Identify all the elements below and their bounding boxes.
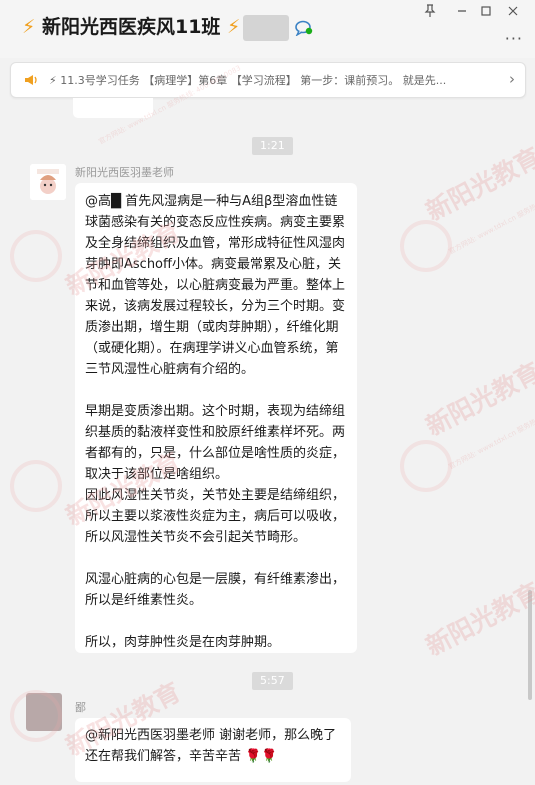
watermark-text: 新阳光教育: [421, 142, 535, 227]
message-paragraph: 因此风湿性关节炎，关节处主要是结缔组织，所以主要以浆液性炎症为主，病后可以吸收，…: [85, 488, 346, 545]
message-paragraph: @高█ 首先风湿病是一种与A组β型溶血性链球菌感染有关的变态反应性疾病。病变主要…: [85, 194, 346, 377]
pin-icon[interactable]: [420, 4, 440, 20]
avatar[interactable]: [30, 164, 66, 200]
chat-title-text: 新阳光西医疾风11班: [41, 16, 221, 38]
sender-name: 新阳光西医羽墨老师: [75, 166, 174, 179]
watermark-subtext: 官方网站: www.tdxl.cn 服务热线: 400-888-0083: [447, 174, 535, 256]
watermark-text: 新阳光教育: [421, 577, 535, 662]
minimize-icon[interactable]: [452, 4, 472, 20]
message-paragraph: 所以，肉芽肿性炎是在肉芽肿期。: [85, 635, 281, 650]
message-bubble[interactable]: @高█ 首先风湿病是一种与A组β型溶血性链球菌感染有关的变态反应性疾病。病变主要…: [75, 183, 357, 653]
redacted-title-part: [243, 15, 289, 41]
avatar[interactable]: [26, 693, 62, 731]
message-bubble[interactable]: @新阳光西医羽墨老师 谢谢老师，那么晚了还在帮我们解答，辛苦辛苦 🌹🌹: [75, 718, 351, 782]
scrollbar[interactable]: [528, 590, 532, 700]
announcement-speaker-icon: [25, 75, 37, 85]
rose-emoji: 🌹🌹: [245, 749, 278, 764]
message-paragraph: 早期是变质渗出期。这个时期，表现为结缔组织基质的黏液样变性和胶原纤维素样坏死。两…: [85, 404, 346, 482]
message-text: @新阳光西医羽墨老师 谢谢老师，那么晚了还在帮我们解答，辛苦辛苦: [85, 728, 337, 764]
previous-message-tail: [73, 98, 153, 118]
message-paragraph: 风湿心脏病的心包是一层膜，有纤维素渗出，所以是纤维素性炎。: [85, 572, 346, 608]
timestamp: 5:57: [252, 672, 293, 690]
notice-text: ⚡ 11.3号学习任务 【病理学】第6章 【学习流程】 第一步：课前预习。 就是…: [49, 74, 447, 87]
sender-name: 鄙: [75, 701, 86, 714]
more-options-icon[interactable]: ···: [505, 31, 523, 47]
watermark-text: 新阳光教育: [421, 357, 535, 442]
timestamp: 1:21: [252, 137, 293, 155]
watermark-logo: [400, 220, 452, 272]
chat-title: ⚡ 新阳光西医疾风11班 ⚡: [22, 14, 240, 40]
watermark-subtext: 官方网站: www.tdxl.cn 服务热线: 400-888-0083: [447, 389, 535, 471]
watermark-logo: [400, 440, 452, 492]
watermark-logo: [10, 230, 62, 282]
close-icon[interactable]: [503, 4, 523, 20]
group-notice-bar[interactable]: ⚡ 11.3号学习任务 【病理学】第6章 【学习流程】 第一步：课前预习。 就是…: [10, 62, 526, 98]
watermark-logo: [10, 460, 62, 512]
chevron-right-icon[interactable]: ›: [509, 69, 515, 89]
group-chat-icon[interactable]: [294, 20, 314, 36]
maximize-icon[interactable]: [476, 4, 496, 20]
title-bar: ⚡ 新阳光西医疾风11班 ⚡ ···: [0, 0, 535, 58]
lightning-icon: ⚡: [227, 16, 241, 38]
lightning-icon: ⚡: [22, 16, 36, 38]
